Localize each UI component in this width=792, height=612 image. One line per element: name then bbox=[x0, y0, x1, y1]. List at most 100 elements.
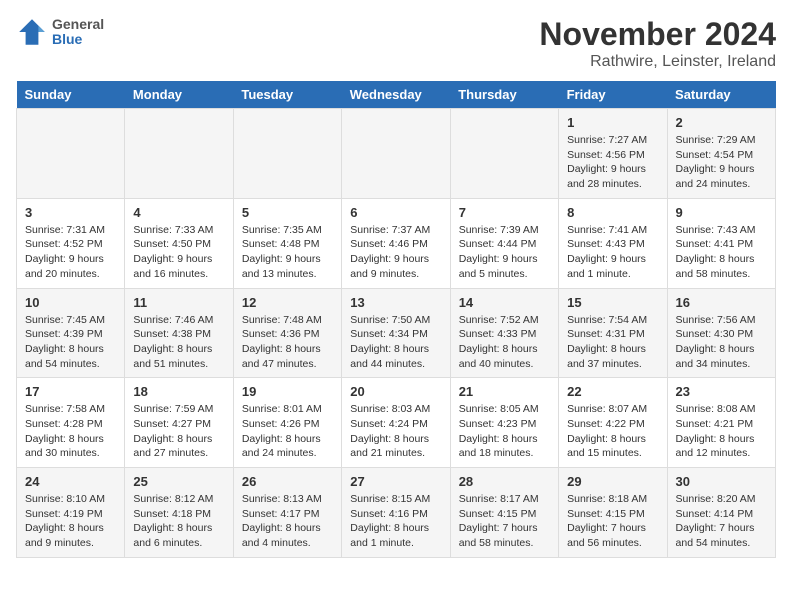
table-row: 16 Sunrise: 7:56 AM Sunset: 4:30 PM Dayli… bbox=[667, 288, 775, 378]
header-friday: Friday bbox=[559, 81, 667, 109]
day-number: 23 bbox=[676, 384, 767, 399]
day-number: 4 bbox=[133, 205, 224, 220]
logo-line2: Blue bbox=[52, 32, 104, 47]
day-number: 7 bbox=[459, 205, 550, 220]
table-row: 30 Sunrise: 8:20 AM Sunset: 4:14 PM Dayli… bbox=[667, 468, 775, 558]
day-info: Sunrise: 7:45 AM Sunset: 4:39 PM Dayligh… bbox=[25, 313, 116, 372]
day-info: Sunrise: 7:29 AM Sunset: 4:54 PM Dayligh… bbox=[676, 133, 767, 192]
day-number: 16 bbox=[676, 295, 767, 310]
table-row: 23 Sunrise: 8:08 AM Sunset: 4:21 PM Dayli… bbox=[667, 378, 775, 468]
logo-text: General Blue bbox=[52, 17, 104, 48]
header-wednesday: Wednesday bbox=[342, 81, 450, 109]
table-row: 11 Sunrise: 7:46 AM Sunset: 4:38 PM Dayli… bbox=[125, 288, 233, 378]
day-info: Sunrise: 8:10 AM Sunset: 4:19 PM Dayligh… bbox=[25, 492, 116, 551]
table-row bbox=[342, 109, 450, 199]
day-number: 21 bbox=[459, 384, 550, 399]
day-info: Sunrise: 8:12 AM Sunset: 4:18 PM Dayligh… bbox=[133, 492, 224, 551]
table-row: 4 Sunrise: 7:33 AM Sunset: 4:50 PM Daylig… bbox=[125, 198, 233, 288]
calendar-row: 24 Sunrise: 8:10 AM Sunset: 4:19 PM Dayli… bbox=[17, 468, 776, 558]
day-info: Sunrise: 8:18 AM Sunset: 4:15 PM Dayligh… bbox=[567, 492, 658, 551]
day-info: Sunrise: 7:31 AM Sunset: 4:52 PM Dayligh… bbox=[25, 223, 116, 282]
header-monday: Monday bbox=[125, 81, 233, 109]
day-info: Sunrise: 7:41 AM Sunset: 4:43 PM Dayligh… bbox=[567, 223, 658, 282]
table-row: 6 Sunrise: 7:37 AM Sunset: 4:46 PM Daylig… bbox=[342, 198, 450, 288]
day-number: 25 bbox=[133, 474, 224, 489]
day-number: 26 bbox=[242, 474, 333, 489]
day-number: 11 bbox=[133, 295, 224, 310]
day-info: Sunrise: 7:37 AM Sunset: 4:46 PM Dayligh… bbox=[350, 223, 441, 282]
day-info: Sunrise: 7:50 AM Sunset: 4:34 PM Dayligh… bbox=[350, 313, 441, 372]
day-info: Sunrise: 7:59 AM Sunset: 4:27 PM Dayligh… bbox=[133, 402, 224, 461]
table-row bbox=[450, 109, 558, 199]
day-number: 6 bbox=[350, 205, 441, 220]
header-sunday: Sunday bbox=[17, 81, 125, 109]
day-number: 19 bbox=[242, 384, 333, 399]
calendar-subtitle: Rathwire, Leinster, Ireland bbox=[539, 53, 776, 71]
day-info: Sunrise: 8:13 AM Sunset: 4:17 PM Dayligh… bbox=[242, 492, 333, 551]
table-row: 18 Sunrise: 7:59 AM Sunset: 4:27 PM Dayli… bbox=[125, 378, 233, 468]
day-number: 13 bbox=[350, 295, 441, 310]
table-row: 19Sunrise: 8:01 AM Sunset: 4:26 PM Dayli… bbox=[233, 378, 341, 468]
table-row: 13 Sunrise: 7:50 AM Sunset: 4:34 PM Dayli… bbox=[342, 288, 450, 378]
table-row: 3 Sunrise: 7:31 AM Sunset: 4:52 PM Daylig… bbox=[17, 198, 125, 288]
table-row bbox=[125, 109, 233, 199]
title-area: November 2024 Rathwire, Leinster, Irelan… bbox=[539, 16, 776, 71]
day-info: Sunrise: 7:52 AM Sunset: 4:33 PM Dayligh… bbox=[459, 313, 550, 372]
day-number: 1 bbox=[567, 115, 658, 130]
table-row: 1 Sunrise: 7:27 AM Sunset: 4:56 PM Daylig… bbox=[559, 109, 667, 199]
header-tuesday: Tuesday bbox=[233, 81, 341, 109]
logo-line1: General bbox=[52, 17, 104, 32]
day-number: 15 bbox=[567, 295, 658, 310]
table-row: 28 Sunrise: 8:17 AM Sunset: 4:15 PM Dayli… bbox=[450, 468, 558, 558]
table-row bbox=[233, 109, 341, 199]
day-info: Sunrise: 7:35 AM Sunset: 4:48 PM Dayligh… bbox=[242, 223, 333, 282]
weekday-header-row: Sunday Monday Tuesday Wednesday Thursday… bbox=[17, 81, 776, 109]
logo: General Blue bbox=[16, 16, 104, 48]
calendar-row: 10 Sunrise: 7:45 AM Sunset: 4:39 PM Dayli… bbox=[17, 288, 776, 378]
day-info: Sunrise: 8:08 AM Sunset: 4:21 PM Dayligh… bbox=[676, 402, 767, 461]
day-info: Sunrise: 7:58 AM Sunset: 4:28 PM Dayligh… bbox=[25, 402, 116, 461]
calendar-row: 1 Sunrise: 7:27 AM Sunset: 4:56 PM Daylig… bbox=[17, 109, 776, 199]
day-number: 10 bbox=[25, 295, 116, 310]
day-number: 3 bbox=[25, 205, 116, 220]
day-info: Sunrise: 7:39 AM Sunset: 4:44 PM Dayligh… bbox=[459, 223, 550, 282]
day-number: 24 bbox=[25, 474, 116, 489]
logo-icon bbox=[16, 16, 48, 48]
calendar-row: 3 Sunrise: 7:31 AM Sunset: 4:52 PM Daylig… bbox=[17, 198, 776, 288]
day-info: Sunrise: 8:03 AM Sunset: 4:24 PM Dayligh… bbox=[350, 402, 441, 461]
table-row: 25 Sunrise: 8:12 AM Sunset: 4:18 PM Dayli… bbox=[125, 468, 233, 558]
day-number: 18 bbox=[133, 384, 224, 399]
day-number: 12 bbox=[242, 295, 333, 310]
day-info: Sunrise: 7:33 AM Sunset: 4:50 PM Dayligh… bbox=[133, 223, 224, 282]
table-row: 8 Sunrise: 7:41 AM Sunset: 4:43 PM Daylig… bbox=[559, 198, 667, 288]
table-row bbox=[17, 109, 125, 199]
day-number: 30 bbox=[676, 474, 767, 489]
day-info: Sunrise: 7:56 AM Sunset: 4:30 PM Dayligh… bbox=[676, 313, 767, 372]
day-number: 14 bbox=[459, 295, 550, 310]
day-number: 22 bbox=[567, 384, 658, 399]
header: General Blue November 2024 Rathwire, Lei… bbox=[16, 16, 776, 71]
day-info: Sunrise: 8:17 AM Sunset: 4:15 PM Dayligh… bbox=[459, 492, 550, 551]
table-row: 22Sunrise: 8:07 AM Sunset: 4:22 PM Dayli… bbox=[559, 378, 667, 468]
day-number: 9 bbox=[676, 205, 767, 220]
day-info: Sunrise: 8:20 AM Sunset: 4:14 PM Dayligh… bbox=[676, 492, 767, 551]
table-row: 10 Sunrise: 7:45 AM Sunset: 4:39 PM Dayli… bbox=[17, 288, 125, 378]
calendar-table: Sunday Monday Tuesday Wednesday Thursday… bbox=[16, 81, 776, 558]
table-row: 15Sunrise: 7:54 AM Sunset: 4:31 PM Dayli… bbox=[559, 288, 667, 378]
table-row: 2 Sunrise: 7:29 AM Sunset: 4:54 PM Daylig… bbox=[667, 109, 775, 199]
table-row: 12 Sunrise: 7:48 AM Sunset: 4:36 PM Dayli… bbox=[233, 288, 341, 378]
calendar-row: 17Sunrise: 7:58 AM Sunset: 4:28 PM Dayli… bbox=[17, 378, 776, 468]
table-row: 7 Sunrise: 7:39 AM Sunset: 4:44 PM Daylig… bbox=[450, 198, 558, 288]
table-row: 9 Sunrise: 7:43 AM Sunset: 4:41 PM Daylig… bbox=[667, 198, 775, 288]
table-row: 26 Sunrise: 8:13 AM Sunset: 4:17 PM Dayli… bbox=[233, 468, 341, 558]
day-info: Sunrise: 7:46 AM Sunset: 4:38 PM Dayligh… bbox=[133, 313, 224, 372]
day-number: 8 bbox=[567, 205, 658, 220]
day-number: 2 bbox=[676, 115, 767, 130]
day-info: Sunrise: 7:43 AM Sunset: 4:41 PM Dayligh… bbox=[676, 223, 767, 282]
header-thursday: Thursday bbox=[450, 81, 558, 109]
day-info: Sunrise: 8:15 AM Sunset: 4:16 PM Dayligh… bbox=[350, 492, 441, 551]
day-number: 5 bbox=[242, 205, 333, 220]
day-info: Sunrise: 7:27 AM Sunset: 4:56 PM Dayligh… bbox=[567, 133, 658, 192]
day-number: 28 bbox=[459, 474, 550, 489]
day-info: Sunrise: 7:48 AM Sunset: 4:36 PM Dayligh… bbox=[242, 313, 333, 372]
